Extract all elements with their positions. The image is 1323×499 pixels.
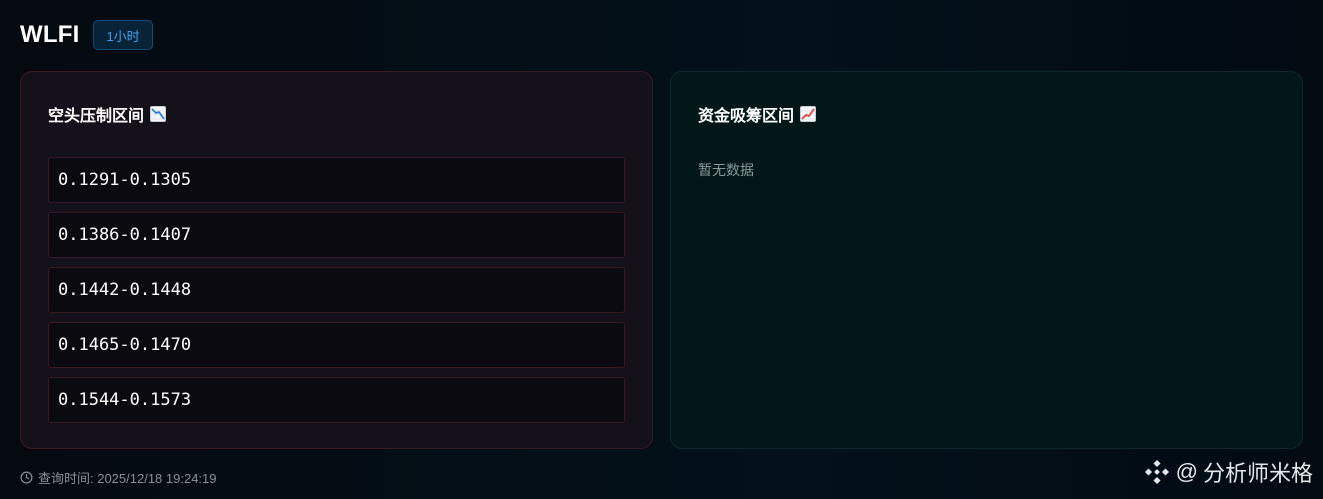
short-pressure-title-text: 空头压制区间 (48, 108, 145, 125)
range-item: 0.1291-0.1305 (48, 157, 625, 203)
range-item: 0.1386-0.1407 (48, 212, 625, 258)
empty-state-text: 暂无数据 (698, 162, 754, 178)
accumulation-panel: 资金吸筹区间 暂无数据 (670, 71, 1303, 449)
query-time-footer: 查询时间: 2025/12/18 19:24:19 (20, 468, 217, 487)
watermark: @ 分析师米格 (1144, 456, 1313, 488)
clock-icon (20, 471, 33, 484)
short-pressure-title: 空头压制区间 (48, 102, 167, 126)
header: WLFI 1小时 (20, 19, 153, 51)
binance-logo-icon (1144, 459, 1169, 485)
watermark-at: @ (1175, 459, 1198, 484)
short-pressure-panel: 空头压制区间 0.1291-0.1305 0.1386-0.1407 0.144… (20, 71, 653, 449)
short-range-list: 0.1291-0.1305 0.1386-0.1407 0.1442-0.144… (48, 157, 625, 432)
range-item: 0.1544-0.1573 (48, 377, 625, 423)
range-item: 0.1442-0.1448 (48, 267, 625, 313)
symbol-title: WLFI (20, 21, 80, 48)
accumulation-title-text: 资金吸筹区间 (698, 108, 795, 125)
query-time-text: 查询时间: 2025/12/18 19:24:19 (38, 471, 217, 486)
watermark-author: 分析师米格 (1202, 461, 1313, 486)
timeframe-badge[interactable]: 1小时 (93, 20, 153, 50)
chart-increasing-icon (800, 106, 817, 122)
accumulation-title: 资金吸筹区间 (698, 102, 817, 126)
chart-decreasing-icon (150, 106, 167, 122)
range-item: 0.1465-0.1470 (48, 322, 625, 368)
